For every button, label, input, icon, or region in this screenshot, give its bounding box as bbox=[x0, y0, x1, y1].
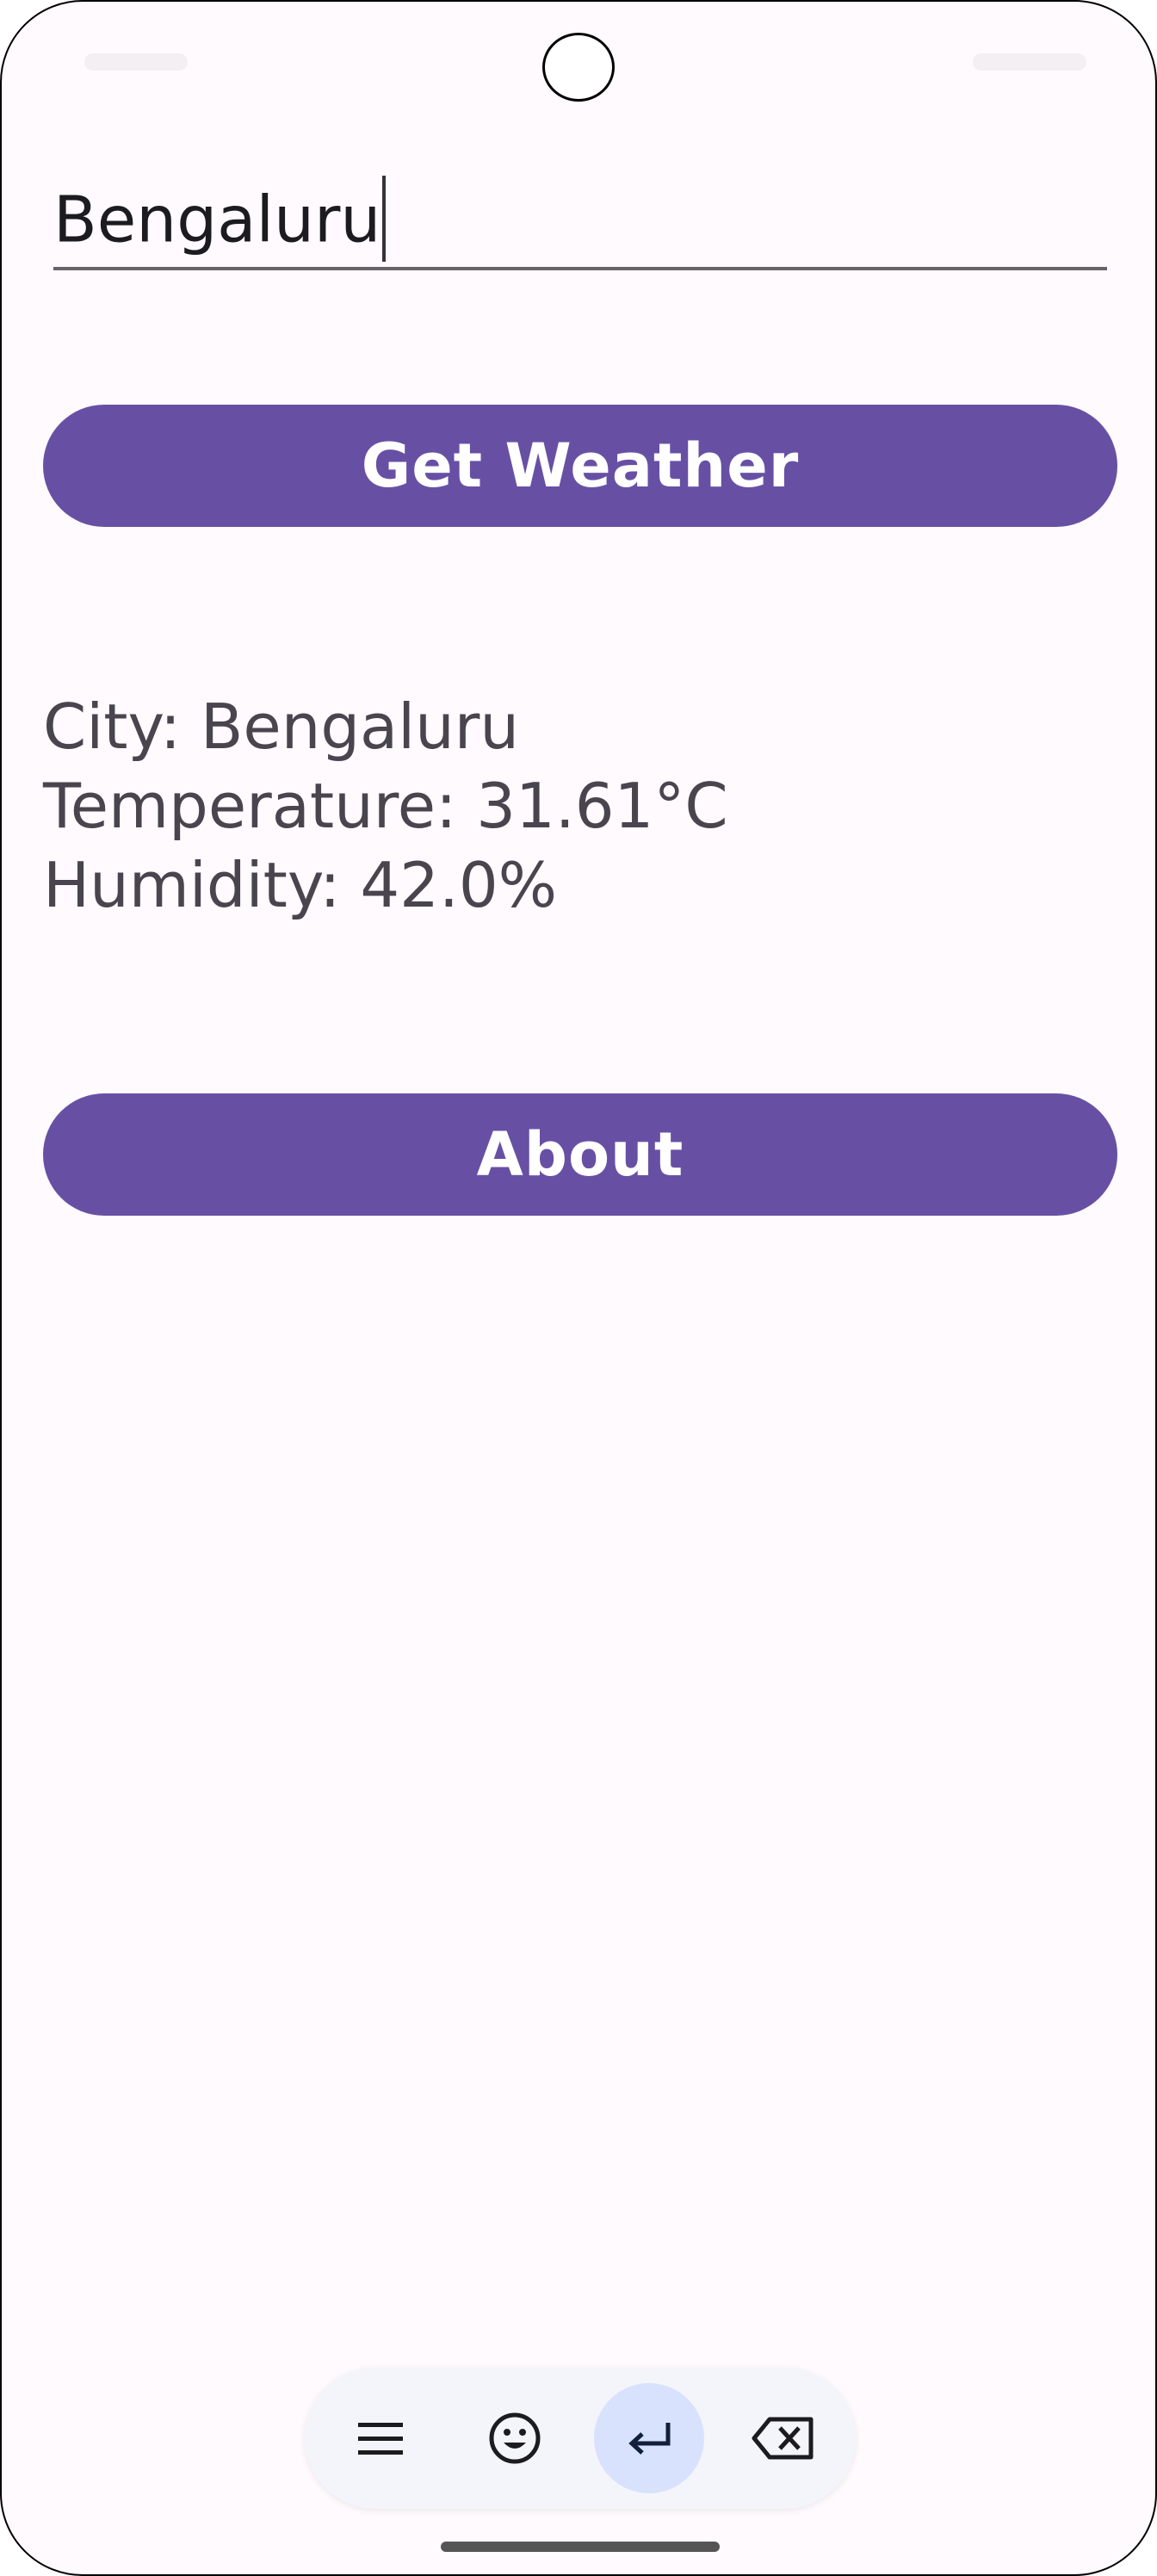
weather-result: City: Bengaluru Temperature: 31.61°C Hum… bbox=[43, 687, 728, 925]
humidity-result: Humidity: 42.0% bbox=[43, 849, 558, 921]
enter-key[interactable] bbox=[594, 2383, 704, 2493]
phone-frame: Bengaluru Get Weather City: Bengaluru Te… bbox=[0, 0, 1157, 2576]
keyboard-toolbar bbox=[305, 2368, 856, 2509]
temperature-result: Temperature: 31.61°C bbox=[43, 770, 728, 842]
backspace-icon bbox=[752, 2417, 814, 2460]
city-result: City: Bengaluru bbox=[43, 690, 520, 763]
status-bar-icons bbox=[973, 53, 1086, 71]
text-cursor bbox=[382, 176, 387, 262]
enter-icon bbox=[628, 2423, 671, 2455]
emoji-key[interactable] bbox=[460, 2383, 570, 2493]
city-input-value: Bengaluru bbox=[53, 183, 381, 257]
about-button[interactable]: About bbox=[43, 1093, 1117, 1216]
city-input[interactable]: Bengaluru bbox=[53, 165, 1107, 270]
status-bar-time bbox=[84, 53, 188, 71]
emoji-icon bbox=[489, 2412, 541, 2464]
menu-key[interactable] bbox=[325, 2383, 436, 2493]
home-indicator[interactable] bbox=[441, 2542, 720, 2552]
backspace-key[interactable] bbox=[728, 2383, 838, 2493]
get-weather-button[interactable]: Get Weather bbox=[43, 405, 1117, 527]
menu-icon bbox=[358, 2423, 403, 2455]
front-camera bbox=[542, 33, 615, 102]
